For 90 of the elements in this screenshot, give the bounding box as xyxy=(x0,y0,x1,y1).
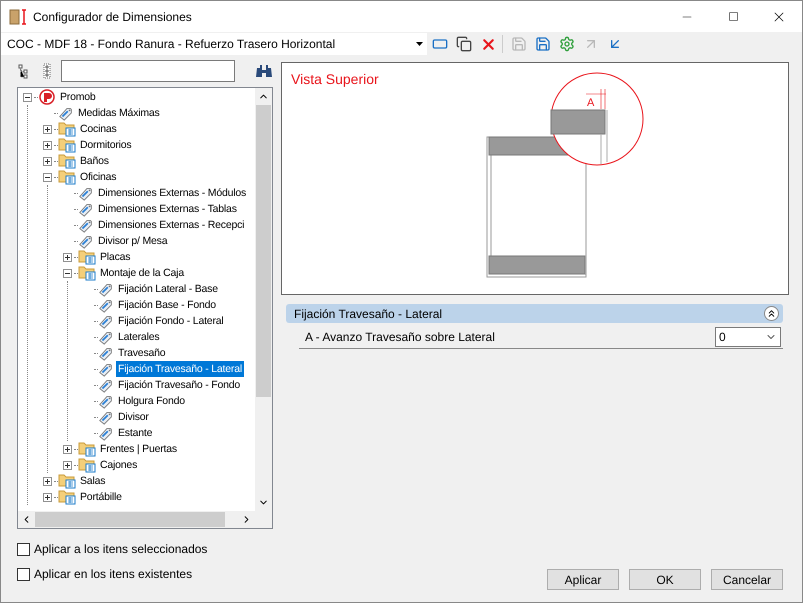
app-icon xyxy=(9,8,27,26)
tag-icon xyxy=(98,425,114,441)
tree-item[interactable]: Laterales xyxy=(116,329,162,345)
vertical-scrollbar[interactable] xyxy=(255,88,272,511)
preview-title: Vista Superior xyxy=(291,71,379,87)
tree-item[interactable]: Medidas Máximas xyxy=(76,105,162,121)
tree-item[interactable]: Frentes | Puertas xyxy=(98,441,179,457)
save-as-icon[interactable] xyxy=(535,36,551,52)
maximize-icon[interactable] xyxy=(728,11,738,22)
property-label: A - Avanzo Travesaño sobre Lateral xyxy=(304,330,496,344)
tag-icon xyxy=(78,217,94,233)
tree-item[interactable]: Dormitorios xyxy=(78,137,134,153)
collapse-button[interactable] xyxy=(764,306,779,321)
tree-item[interactable]: Dimensiones Externas - Módulos xyxy=(96,185,248,201)
tag-icon xyxy=(98,345,114,361)
expand-toggle[interactable] xyxy=(63,460,72,470)
folder-icon xyxy=(58,121,76,137)
tree-item[interactable]: Fijación Travesaño - Fondo xyxy=(116,377,242,393)
tree-item[interactable]: Montaje de la Caja xyxy=(98,265,186,281)
folder-icon xyxy=(58,169,76,185)
checkbox-label: Aplicar a los itens seleccionados xyxy=(34,542,208,556)
binoculars-icon[interactable] xyxy=(255,64,273,78)
copy-icon[interactable] xyxy=(456,36,472,52)
tree-item[interactable]: Divisor xyxy=(116,409,151,425)
dialog-button[interactable]: OK xyxy=(629,569,701,590)
scrollbar-thumb[interactable] xyxy=(256,105,271,397)
tree-item[interactable]: Cocinas xyxy=(78,121,119,137)
checkbox[interactable] xyxy=(17,568,30,580)
tree-item[interactable]: Holgura Fondo xyxy=(116,393,187,409)
dimension-label: A xyxy=(587,97,594,109)
tag-icon xyxy=(98,377,114,393)
tag-icon xyxy=(78,185,94,201)
folder-icon xyxy=(78,249,96,265)
tree-item[interactable]: Fijación Lateral - Base xyxy=(116,281,220,297)
expand-toggle[interactable] xyxy=(43,124,52,134)
tree-item[interactable]: Placas xyxy=(98,249,132,265)
tree-item[interactable]: Dimensiones Externas - Recepci xyxy=(96,217,246,233)
horizontal-scrollbar[interactable] xyxy=(18,511,255,528)
checkbox[interactable] xyxy=(17,542,30,556)
chevrons-up-icon xyxy=(766,308,777,319)
search-field[interactable] xyxy=(61,60,235,82)
tag-icon xyxy=(98,361,114,377)
tag-icon xyxy=(98,281,114,297)
folder-icon xyxy=(78,441,96,457)
tree-item[interactable]: Dimensiones Externas - Tablas xyxy=(96,201,239,217)
expand-toggle[interactable] xyxy=(43,140,52,150)
folder-icon xyxy=(78,457,96,473)
tag-icon xyxy=(98,329,114,345)
tree-item[interactable]: Baños xyxy=(78,153,111,169)
tree-item[interactable]: Promob xyxy=(58,89,98,105)
tag-icon xyxy=(98,409,114,425)
collapse-toggle[interactable] xyxy=(23,92,32,102)
tree-item[interactable]: Cajones xyxy=(98,457,140,473)
expand-toggle[interactable] xyxy=(43,476,52,486)
tag-icon xyxy=(98,393,114,409)
tag-icon xyxy=(78,233,94,249)
tree-item[interactable]: Travesaño xyxy=(116,345,168,361)
tag-icon xyxy=(58,105,74,121)
folder-icon xyxy=(78,265,96,281)
collapse-toggle[interactable] xyxy=(63,268,72,278)
tree-item[interactable]: Fijación Travesaño - Lateral xyxy=(116,361,244,377)
tree-item[interactable]: Divisor p/ Mesa xyxy=(96,233,170,249)
scrollbar-thumb[interactable] xyxy=(35,512,225,527)
checkbox-label: Aplicar en los itens existentes xyxy=(34,567,192,581)
expand-toggle[interactable] xyxy=(63,444,72,454)
tag-icon xyxy=(78,201,94,217)
configuration-dropdown[interactable]: COC - MDF 18 - Fondo Ranura - Refuerzo Trasero Horizontal xyxy=(1,33,427,55)
dropdown-arrow-icon xyxy=(416,42,423,46)
expand-toggle[interactable] xyxy=(43,492,52,502)
tree-item[interactable]: Portábille xyxy=(78,489,124,505)
tree-item[interactable]: Estante xyxy=(116,425,154,441)
tag-icon xyxy=(98,313,114,329)
tree-item[interactable]: Fijación Base - Fondo xyxy=(116,297,218,313)
dialog-button[interactable]: Aplicar xyxy=(547,569,619,590)
folder-icon xyxy=(58,489,76,505)
folder-icon xyxy=(58,473,76,489)
group-title: Fijación Travesaño - Lateral xyxy=(294,306,444,320)
property-dropdown[interactable]: 0 xyxy=(715,327,781,347)
tree-item[interactable]: Fijación Fondo - Lateral xyxy=(116,313,226,329)
collapse-toggle[interactable] xyxy=(43,172,52,182)
dialog-button[interactable]: Cancelar xyxy=(711,569,783,590)
expand-toggle[interactable] xyxy=(63,252,72,262)
expand-toggle[interactable] xyxy=(43,156,52,166)
tree-item[interactable]: Oficinas xyxy=(78,169,118,185)
tag-icon xyxy=(98,297,114,313)
folder-icon xyxy=(58,153,76,169)
tree-item[interactable]: Salas xyxy=(78,473,108,489)
window-title: Configurador de Dimensiones xyxy=(33,10,193,24)
folder-icon xyxy=(58,137,76,153)
gear-icon[interactable] xyxy=(559,36,575,52)
